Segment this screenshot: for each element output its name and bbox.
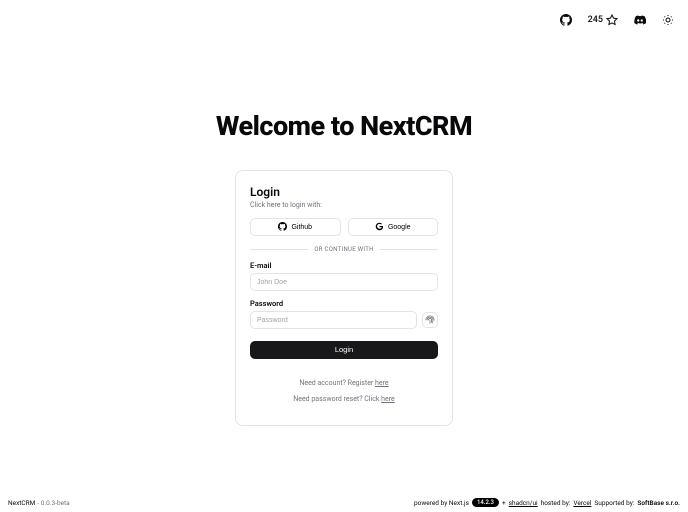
github-login-button[interactable]: Github	[250, 218, 341, 236]
sun-icon	[662, 14, 674, 26]
email-label: E-mail	[250, 261, 438, 270]
footer-plus: +	[502, 499, 506, 507]
stars-count[interactable]: 245	[584, 10, 622, 30]
discord-link[interactable]	[630, 10, 650, 30]
card-title: Login	[250, 185, 438, 199]
nextjs-version-badge: 14.2.3	[472, 498, 499, 507]
github-icon	[560, 14, 572, 26]
github-label: Github	[291, 224, 312, 231]
google-login-button[interactable]: Google	[348, 218, 439, 236]
google-icon	[375, 222, 384, 233]
github-link[interactable]	[556, 10, 576, 30]
password-label: Password	[250, 299, 438, 308]
discord-icon	[634, 14, 646, 26]
footer-powered: powered by Next.js	[414, 499, 469, 507]
divider-text: OR CONTINUE WITH	[308, 246, 379, 253]
shadcn-link[interactable]: shadcn/ui	[509, 499, 538, 507]
stars-value: 245	[588, 15, 603, 25]
login-card: Login Click here to login with: Github G…	[235, 170, 453, 426]
footer-version: - 0.0.3-beta	[37, 499, 69, 507]
fingerprint-icon	[425, 315, 435, 325]
google-label: Google	[388, 224, 411, 231]
fingerprint-button[interactable]	[422, 312, 438, 328]
vercel-link[interactable]: Vercel	[573, 499, 591, 507]
divider: OR CONTINUE WITH	[250, 246, 438, 253]
footer-hosted: hosted by:	[541, 499, 571, 507]
footer-supported: Supported by:	[594, 499, 634, 507]
email-input[interactable]	[250, 273, 438, 291]
register-line: Need account? Register here	[250, 379, 438, 387]
register-link[interactable]: here	[375, 379, 389, 387]
reset-link[interactable]: here	[381, 395, 395, 403]
card-subtitle: Click here to login with:	[250, 201, 438, 209]
github-icon	[278, 222, 287, 233]
password-input[interactable]	[250, 311, 417, 329]
login-button[interactable]: Login	[250, 341, 438, 359]
page-title: Welcome to NextCRM	[216, 110, 472, 142]
footer-app: NextCRM	[8, 499, 35, 507]
theme-toggle[interactable]	[658, 10, 678, 30]
softbase-link[interactable]: SoftBase s.r.o.	[637, 499, 680, 507]
star-icon	[606, 14, 618, 26]
footer: NextCRM - 0.0.3-beta powered by Next.js …	[0, 498, 688, 507]
reset-line: Need password reset? Click here	[250, 395, 438, 403]
